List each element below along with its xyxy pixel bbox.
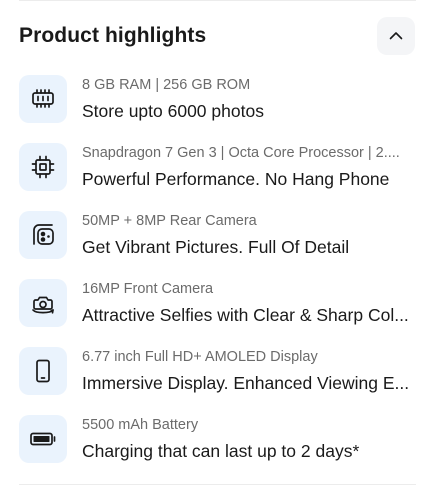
- highlight-icon-box: [19, 211, 67, 259]
- front-camera-icon: [30, 290, 56, 316]
- highlight-subtitle: 50MP + 8MP Rear Camera: [82, 213, 257, 229]
- highlight-headline: Get Vibrant Pictures. Full Of Detail: [82, 237, 350, 257]
- display-icon: [30, 358, 56, 384]
- highlight-icon-box: [19, 279, 67, 327]
- battery-icon: [29, 426, 57, 452]
- highlight-icon-box: [19, 415, 67, 463]
- highlights-list: 8 GB RAM | 256 GB ROM Store upto 6000 ph…: [19, 72, 416, 480]
- highlight-subtitle: Snapdragon 7 Gen 3 | Octa Core Processor…: [82, 145, 400, 161]
- highlight-processor: Snapdragon 7 Gen 3 | Octa Core Processor…: [19, 140, 416, 208]
- rear-camera-icon: [30, 222, 56, 248]
- highlight-headline: Charging that can last up to 2 days*: [82, 441, 360, 461]
- section-title: Product highlights: [19, 24, 207, 47]
- processor-icon: [30, 154, 56, 180]
- chevron-up-icon: [388, 28, 404, 44]
- highlight-icon-box: [19, 347, 67, 395]
- section-header: Product highlights: [19, 16, 416, 56]
- highlight-headline: Store upto 6000 photos: [82, 101, 264, 121]
- highlight-memory: 8 GB RAM | 256 GB ROM Store upto 6000 ph…: [19, 72, 416, 140]
- highlight-icon-box: [19, 143, 67, 191]
- highlight-front-camera: 16MP Front Camera Attractive Selfies wit…: [19, 276, 416, 344]
- highlight-headline: Attractive Selfies with Clear & Sharp Co…: [82, 305, 409, 325]
- highlight-headline: Powerful Performance. No Hang Phone: [82, 169, 390, 189]
- highlight-subtitle: 5500 mAh Battery: [82, 417, 199, 433]
- highlight-display: 6.77 inch Full HD+ AMOLED Display Immers…: [19, 344, 416, 412]
- highlight-subtitle: 16MP Front Camera: [82, 281, 214, 297]
- top-divider: [19, 0, 416, 1]
- collapse-button[interactable]: [377, 17, 415, 55]
- highlight-subtitle: 8 GB RAM | 256 GB ROM: [82, 77, 251, 93]
- ram-chip-icon: [30, 86, 56, 112]
- highlight-subtitle: 6.77 inch Full HD+ AMOLED Display: [82, 349, 318, 365]
- bottom-divider: [19, 484, 416, 485]
- highlight-rear-camera: 50MP + 8MP Rear Camera Get Vibrant Pictu…: [19, 208, 416, 276]
- highlight-battery: 5500 mAh Battery Charging that can last …: [19, 412, 416, 480]
- highlight-headline: Immersive Display. Enhanced Viewing E...: [82, 373, 410, 393]
- highlight-icon-box: [19, 75, 67, 123]
